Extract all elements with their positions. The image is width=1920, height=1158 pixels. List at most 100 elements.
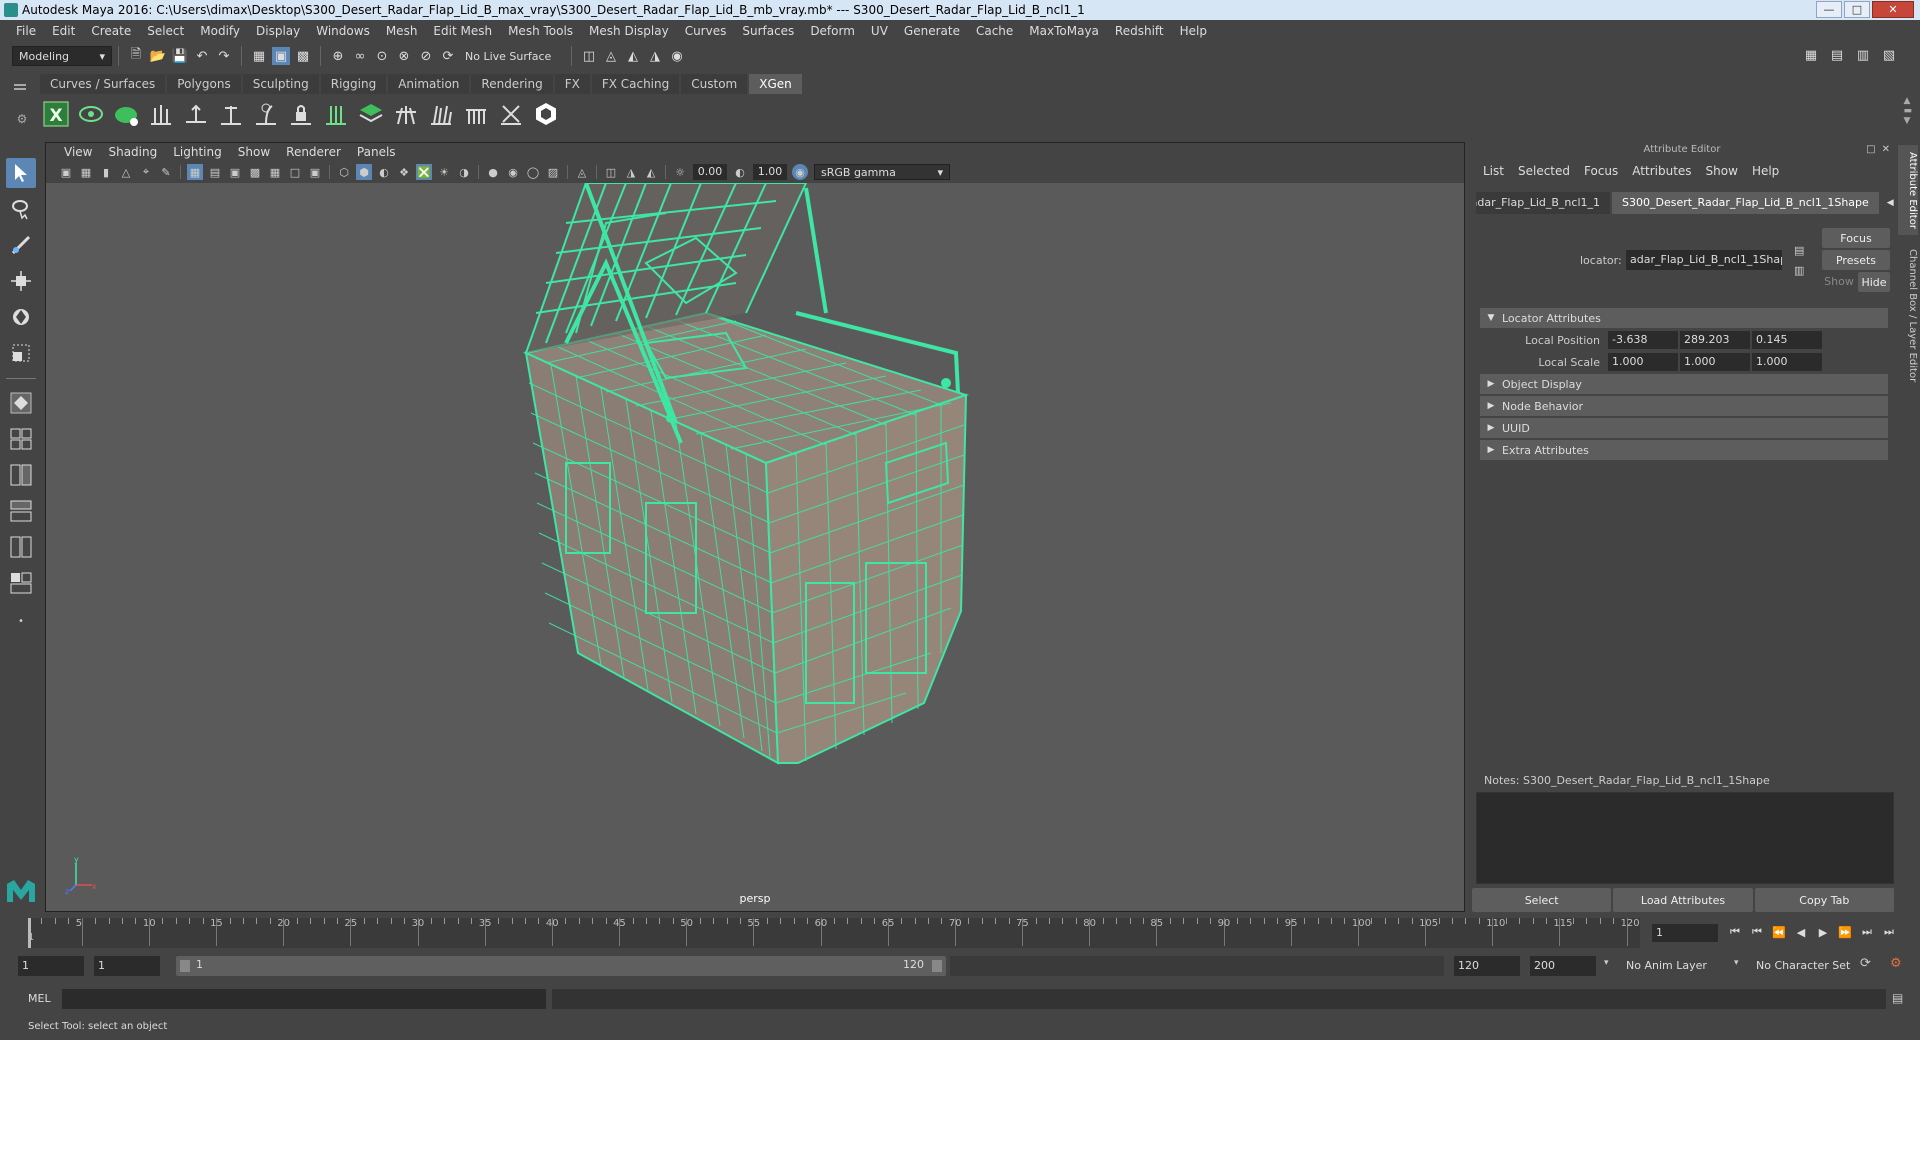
tool-settings-icon[interactable]: ▥ bbox=[1854, 46, 1872, 64]
current-time-marker[interactable] bbox=[28, 918, 31, 948]
time-slider-track[interactable]: 1 5 10 15 20 25 30 35 40 45 50 55 60 65 70 75 80 85 90 95 10… bbox=[28, 918, 1640, 948]
ae-menu-selected[interactable]: Selected bbox=[1511, 164, 1577, 178]
render-view-icon[interactable]: ◮ bbox=[646, 47, 664, 65]
scale-tool-icon[interactable] bbox=[6, 338, 36, 368]
channel-box-toggle-icon[interactable]: ▤ bbox=[1828, 46, 1846, 64]
step-forward-frame-icon[interactable]: ⏭ bbox=[1858, 923, 1876, 941]
twod-pan-zoom-icon[interactable]: ⌖ bbox=[138, 164, 154, 180]
menu-maxtomaya[interactable]: MaxToMaya bbox=[1021, 24, 1107, 38]
grid-toggle-icon[interactable]: ▦ bbox=[187, 164, 203, 180]
shelf-tab-rigging[interactable]: Rigging bbox=[320, 74, 387, 94]
xgen-comb-icon[interactable] bbox=[460, 99, 491, 130]
xray-joints-icon[interactable]: ◭ bbox=[643, 164, 659, 180]
motion-blur-icon[interactable]: ◉ bbox=[505, 164, 521, 180]
shelf-scroll-arrows[interactable]: ▲ ▬ ▼ bbox=[1903, 96, 1912, 126]
xray-active-icon[interactable]: ◮ bbox=[623, 164, 639, 180]
menu-mesh-display[interactable]: Mesh Display bbox=[581, 24, 677, 38]
menu-deform[interactable]: Deform bbox=[802, 24, 863, 38]
anti-aliasing-icon[interactable]: ◯ bbox=[525, 164, 541, 180]
select-tool-icon[interactable] bbox=[6, 158, 36, 188]
xgen-lock-guides-icon[interactable] bbox=[285, 99, 316, 130]
show-button[interactable]: Show bbox=[1822, 272, 1856, 292]
range-end-handle[interactable] bbox=[932, 960, 942, 972]
bookmark-icon[interactable]: ▮ bbox=[98, 164, 114, 180]
snap-surface-icon[interactable]: ⊘ bbox=[417, 47, 435, 65]
menu-mesh-tools[interactable]: Mesh Tools bbox=[500, 24, 581, 38]
side-tab-channel-box[interactable]: Channel Box / Layer Editor bbox=[1898, 241, 1918, 391]
focus-button[interactable]: Focus bbox=[1822, 228, 1890, 248]
toolbox-expand-icon[interactable]: • bbox=[6, 606, 36, 636]
layout-persp-graph-icon[interactable] bbox=[6, 568, 36, 598]
gamma-field[interactable]: 1.00 bbox=[753, 164, 787, 180]
safe-title-icon[interactable]: ▣ bbox=[307, 164, 323, 180]
last-tool-icon[interactable] bbox=[6, 388, 36, 418]
ae-menu-focus[interactable]: Focus bbox=[1577, 164, 1625, 178]
ae-menu-list[interactable]: List bbox=[1476, 164, 1511, 178]
side-tab-attribute-editor[interactable]: Attribute Editor bbox=[1898, 145, 1918, 235]
local-scale-y-field[interactable]: 1.000 bbox=[1680, 353, 1750, 371]
animation-end-field[interactable]: 200 bbox=[1530, 956, 1596, 976]
snap-point-icon[interactable]: ⊙ bbox=[373, 47, 391, 65]
script-editor-icon[interactable]: ▤ bbox=[1892, 991, 1903, 1005]
minimize-button[interactable]: — bbox=[1816, 1, 1842, 18]
xgen-preview-icon[interactable] bbox=[75, 99, 106, 130]
menu-display[interactable]: Display bbox=[248, 24, 308, 38]
anim-layer-dropdown[interactable]: No Anim Layer bbox=[1622, 956, 1742, 976]
command-input[interactable] bbox=[62, 989, 546, 1009]
default-material-icon[interactable]: ◐ bbox=[376, 164, 392, 180]
render-frame-icon[interactable]: ◬ bbox=[602, 47, 620, 65]
open-scene-icon[interactable]: 📂 bbox=[149, 47, 167, 65]
go-to-end-icon[interactable]: ⏭ bbox=[1880, 923, 1898, 941]
menu-edit-mesh[interactable]: Edit Mesh bbox=[425, 24, 500, 38]
viewport-menu-lighting[interactable]: Lighting bbox=[165, 145, 230, 159]
color-management-icon[interactable]: ◉ bbox=[792, 164, 808, 180]
field-chart-icon[interactable]: ▦ bbox=[267, 164, 283, 180]
xgen-cut-icon[interactable] bbox=[495, 99, 526, 130]
use-all-lights-icon[interactable]: ☀ bbox=[436, 164, 452, 180]
section-extra-attributes[interactable]: ▶ Extra Attributes bbox=[1480, 440, 1888, 460]
auto-key-icon[interactable]: ⟳ bbox=[1860, 956, 1871, 971]
shelf-tab-xgen[interactable]: XGen bbox=[749, 74, 802, 94]
shelf-gear-icon[interactable]: ⚙ bbox=[12, 112, 32, 126]
playback-end-field[interactable]: 120 bbox=[1454, 956, 1520, 976]
redo-icon[interactable]: ↷ bbox=[215, 47, 233, 65]
menu-select[interactable]: Select bbox=[139, 24, 192, 38]
viewport-menu-panels[interactable]: Panels bbox=[349, 145, 404, 159]
textured-icon[interactable]: ❖ bbox=[396, 164, 412, 180]
resolution-gate-icon[interactable]: ▣ bbox=[227, 164, 243, 180]
smooth-shade-icon[interactable]: ⬢ bbox=[356, 164, 372, 180]
shelf-tab-sculpting[interactable]: Sculpting bbox=[242, 74, 319, 94]
menu-windows[interactable]: Windows bbox=[308, 24, 378, 38]
local-position-z-field[interactable]: 0.145 bbox=[1752, 331, 1822, 349]
local-position-x-field[interactable]: -3.638 bbox=[1608, 331, 1678, 349]
shelf-tabs-menu-icon[interactable] bbox=[14, 84, 26, 86]
menu-file[interactable]: File bbox=[8, 24, 44, 38]
shadows-icon[interactable]: ◑ bbox=[456, 164, 472, 180]
xgen-interactive-groom-icon[interactable] bbox=[390, 99, 421, 130]
render-settings-icon[interactable]: ◫ bbox=[580, 47, 598, 65]
chevron-down-icon[interactable]: ▾ bbox=[1604, 958, 1609, 968]
select-hierarchy-icon[interactable]: ▦ bbox=[250, 47, 268, 65]
load-attributes-button[interactable]: Load Attributes bbox=[1613, 888, 1753, 912]
close-panel-icon[interactable]: ✕ bbox=[1882, 144, 1890, 155]
float-panel-icon[interactable]: □ bbox=[1866, 144, 1875, 155]
xgen-guide-shape-icon[interactable] bbox=[250, 99, 281, 130]
viewport-menu-show[interactable]: Show bbox=[230, 145, 278, 159]
xgen-library-icon[interactable] bbox=[530, 99, 561, 130]
select-component-icon[interactable]: ▩ bbox=[294, 47, 312, 65]
section-uuid[interactable]: ▶ UUID bbox=[1480, 418, 1888, 438]
menu-set-dropdown[interactable]: Modeling ▾ bbox=[12, 46, 112, 66]
close-button[interactable]: ✕ bbox=[1872, 1, 1914, 18]
layout-four-view-icon[interactable] bbox=[6, 424, 36, 454]
output-connections-icon[interactable]: ▥ bbox=[1794, 264, 1804, 277]
lasso-tool-icon[interactable] bbox=[6, 194, 36, 224]
layout-graph-icon[interactable] bbox=[6, 532, 36, 562]
section-node-behavior[interactable]: ▶ Node Behavior bbox=[1480, 396, 1888, 416]
new-scene-icon[interactable]: 🗎 bbox=[127, 47, 145, 65]
local-position-y-field[interactable]: 289.203 bbox=[1680, 331, 1750, 349]
local-scale-x-field[interactable]: 1.000 bbox=[1608, 353, 1678, 371]
locator-name-field[interactable]: adar_Flap_Lid_B_ncl1_1Shape bbox=[1626, 250, 1782, 270]
range-start-handle[interactable] bbox=[180, 960, 190, 972]
input-connections-icon[interactable]: ▤ bbox=[1794, 244, 1804, 257]
attribute-editor-toggle-icon[interactable]: ▧ bbox=[1880, 46, 1898, 64]
